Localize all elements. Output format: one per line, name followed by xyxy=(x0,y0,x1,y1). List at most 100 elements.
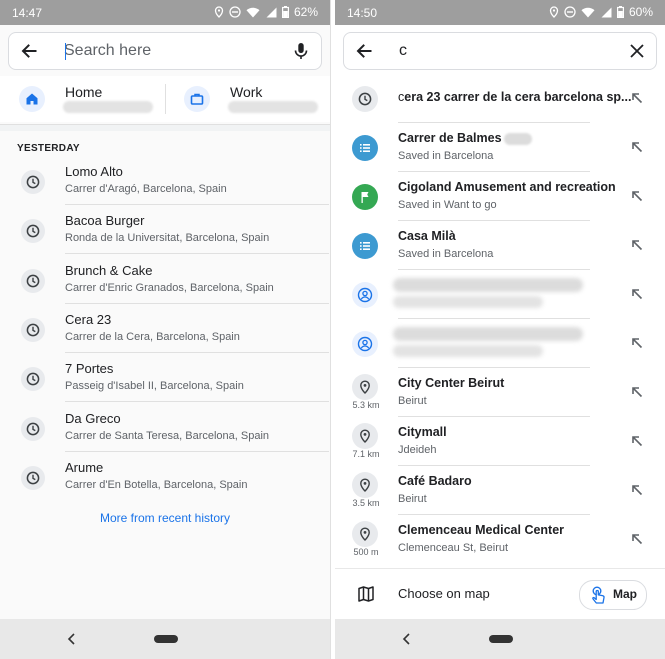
history-item-name: Brunch & Cake xyxy=(65,262,153,278)
wifi-status-icon xyxy=(246,7,260,17)
back-arrow-icon[interactable] xyxy=(354,41,374,61)
search-box[interactable] xyxy=(8,32,322,70)
battery-percent: 62% xyxy=(293,5,318,19)
suggestion-item[interactable]: cera 23 carrer de la cera barcelona sp..… xyxy=(335,74,665,123)
work-shortcut[interactable]: Work xyxy=(184,76,324,122)
battery-status-icon xyxy=(281,6,289,18)
fill-query-arrow-icon[interactable] xyxy=(631,189,643,202)
suggestion-title: Carrer de Balmes xyxy=(398,131,532,145)
clock-icon xyxy=(21,317,45,342)
history-item[interactable]: Cera 23 Carrer de la Cera, Barcelona, Spa… xyxy=(0,304,330,353)
briefcase-icon xyxy=(184,86,210,112)
clock-icon xyxy=(21,268,45,293)
nav-bar xyxy=(335,619,665,659)
suggestion-title: Café Badaro xyxy=(398,474,472,488)
history-item-address: Passeig d'Isabel II, Barcelona, Spain xyxy=(65,380,244,393)
nav-back-icon[interactable] xyxy=(65,631,79,647)
suggestion-item[interactable]: 500 m Clemenceau Medical Center Clemenceau… xyxy=(335,515,665,564)
status-bar: 14:50 60% xyxy=(335,0,665,25)
history-item[interactable]: 7 Portes Passeig d'Isabel II, Barcelona, … xyxy=(0,353,330,403)
fill-query-arrow-icon[interactable] xyxy=(631,434,643,447)
suggestion-title: Clemenceau Medical Center xyxy=(398,523,564,537)
suggestion-item[interactable]: Casa Milà Saved in Barcelona xyxy=(335,221,665,270)
clock-icon xyxy=(21,416,45,441)
pin-icon xyxy=(352,423,378,449)
history-item-name: Arume xyxy=(65,459,104,475)
suggestion-item[interactable] xyxy=(335,270,665,319)
history-item[interactable]: Da Greco Carrer de Santa Teresa, Barcelon… xyxy=(0,403,330,452)
right-screen: 14:50 60% cera 23 carrer de la cera barc… xyxy=(335,0,665,659)
suggestion-title: Cigoland Amusement and recreation xyxy=(398,180,616,194)
dnd-status-icon xyxy=(564,6,576,18)
section-title: YESTERDAY xyxy=(17,143,80,154)
work-label: Work xyxy=(230,84,263,100)
status-icons: 62% xyxy=(214,5,318,19)
suggestion-title-text: Clemenceau Medical Center xyxy=(398,523,565,537)
choose-on-map-row[interactable]: Choose on map Map xyxy=(335,568,665,619)
signal-status-icon xyxy=(266,7,277,17)
shortcut-divider xyxy=(165,84,166,114)
suggestion-title-text: City Center Beirut xyxy=(398,376,505,390)
history-item[interactable]: Arume Carrer d'En Botella, Barcelona, Spa… xyxy=(0,452,330,501)
suggestion-subtitle: Saved in Barcelona xyxy=(398,150,494,162)
redacted-detail xyxy=(393,345,543,357)
wifi-status-icon xyxy=(581,7,595,17)
history-item-name: Lomo Alto xyxy=(65,164,123,179)
distance-label: 7.1 km xyxy=(352,449,380,459)
suggestion-subtitle: Saved in Want to go xyxy=(398,199,497,211)
suggestion-item[interactable]: Cigoland Amusement and recreation Saved i… xyxy=(335,172,665,221)
redacted-text xyxy=(503,132,532,145)
search-input[interactable] xyxy=(64,39,284,63)
distance-label: 5.3 km xyxy=(352,400,380,410)
history-item[interactable]: Lomo Alto Carrer d'Aragó, Barcelona, Spai… xyxy=(0,156,330,205)
suggestion-subtitle: Beirut xyxy=(398,395,427,407)
suggestion-subtitle: Beirut xyxy=(398,493,427,505)
history-item-name: Cera 23 xyxy=(65,311,112,327)
suggestion-title-text: Citymall xyxy=(398,425,447,439)
close-icon[interactable] xyxy=(628,42,646,60)
home-label: Home xyxy=(65,84,103,100)
history-item-address: Carrer de la Cera, Barcelona, Spain xyxy=(65,330,240,343)
redacted-name xyxy=(393,327,583,341)
suggestion-item[interactable]: 5.3 km City Center Beirut Beirut xyxy=(335,368,665,417)
more-history-link[interactable]: More from recent history xyxy=(0,511,330,525)
nav-home-pill[interactable] xyxy=(489,635,513,643)
map-button[interactable]: Map xyxy=(579,580,647,610)
suggestion-item[interactable]: 3.5 km Café Badaro Beirut xyxy=(335,466,665,515)
suggestion-title-text: Casa Milà xyxy=(398,229,456,243)
history-item[interactable]: Bacoa Burger Ronda de la Universitat, Bar… xyxy=(0,205,330,255)
history-item-address: Carrer d'En Botella, Barcelona, Spain xyxy=(65,478,248,491)
fill-query-arrow-icon[interactable] xyxy=(631,91,643,104)
suggestion-item[interactable]: 7.1 km Citymall Jdeideh xyxy=(335,417,665,466)
history-item[interactable]: Brunch & Cake Carrer d'Enric Granados, Ba… xyxy=(0,255,330,304)
fill-query-arrow-icon[interactable] xyxy=(631,483,643,496)
dnd-status-icon xyxy=(229,6,241,18)
clock-icon xyxy=(21,465,45,490)
suggestion-item[interactable]: Carrer de Balmes Saved in Barcelona xyxy=(335,123,665,172)
search-box[interactable] xyxy=(343,32,657,70)
pin-icon xyxy=(352,472,378,498)
fill-query-arrow-icon[interactable] xyxy=(631,532,643,545)
nav-home-pill[interactable] xyxy=(154,635,178,643)
location-status-icon xyxy=(549,6,559,18)
microphone-icon[interactable] xyxy=(291,41,311,61)
back-arrow-icon[interactable] xyxy=(19,41,39,61)
home-shortcut[interactable]: Home xyxy=(19,76,159,122)
touch-icon xyxy=(592,586,605,604)
fill-query-arrow-icon[interactable] xyxy=(631,385,643,398)
status-icons: 60% xyxy=(549,5,653,19)
suggestion-item[interactable] xyxy=(335,319,665,368)
fill-query-arrow-icon[interactable] xyxy=(631,287,643,300)
search-input[interactable] xyxy=(399,39,619,63)
clock-icon xyxy=(21,170,45,194)
suggestion-subtitle: Clemenceau St, Beirut xyxy=(398,542,509,554)
suggestion-title: cera 23 carrer de la cera barcelona sp..… xyxy=(398,90,631,104)
fill-query-arrow-icon[interactable] xyxy=(631,238,643,251)
history-item-address: Carrer d'Aragó, Barcelona, Spain xyxy=(65,183,227,195)
nav-back-icon[interactable] xyxy=(400,631,414,647)
home-icon xyxy=(19,86,45,112)
fill-query-arrow-icon[interactable] xyxy=(631,336,643,349)
history-item-name: Da Greco xyxy=(65,410,121,426)
fill-query-arrow-icon[interactable] xyxy=(631,140,643,153)
clock-icon xyxy=(352,86,378,112)
